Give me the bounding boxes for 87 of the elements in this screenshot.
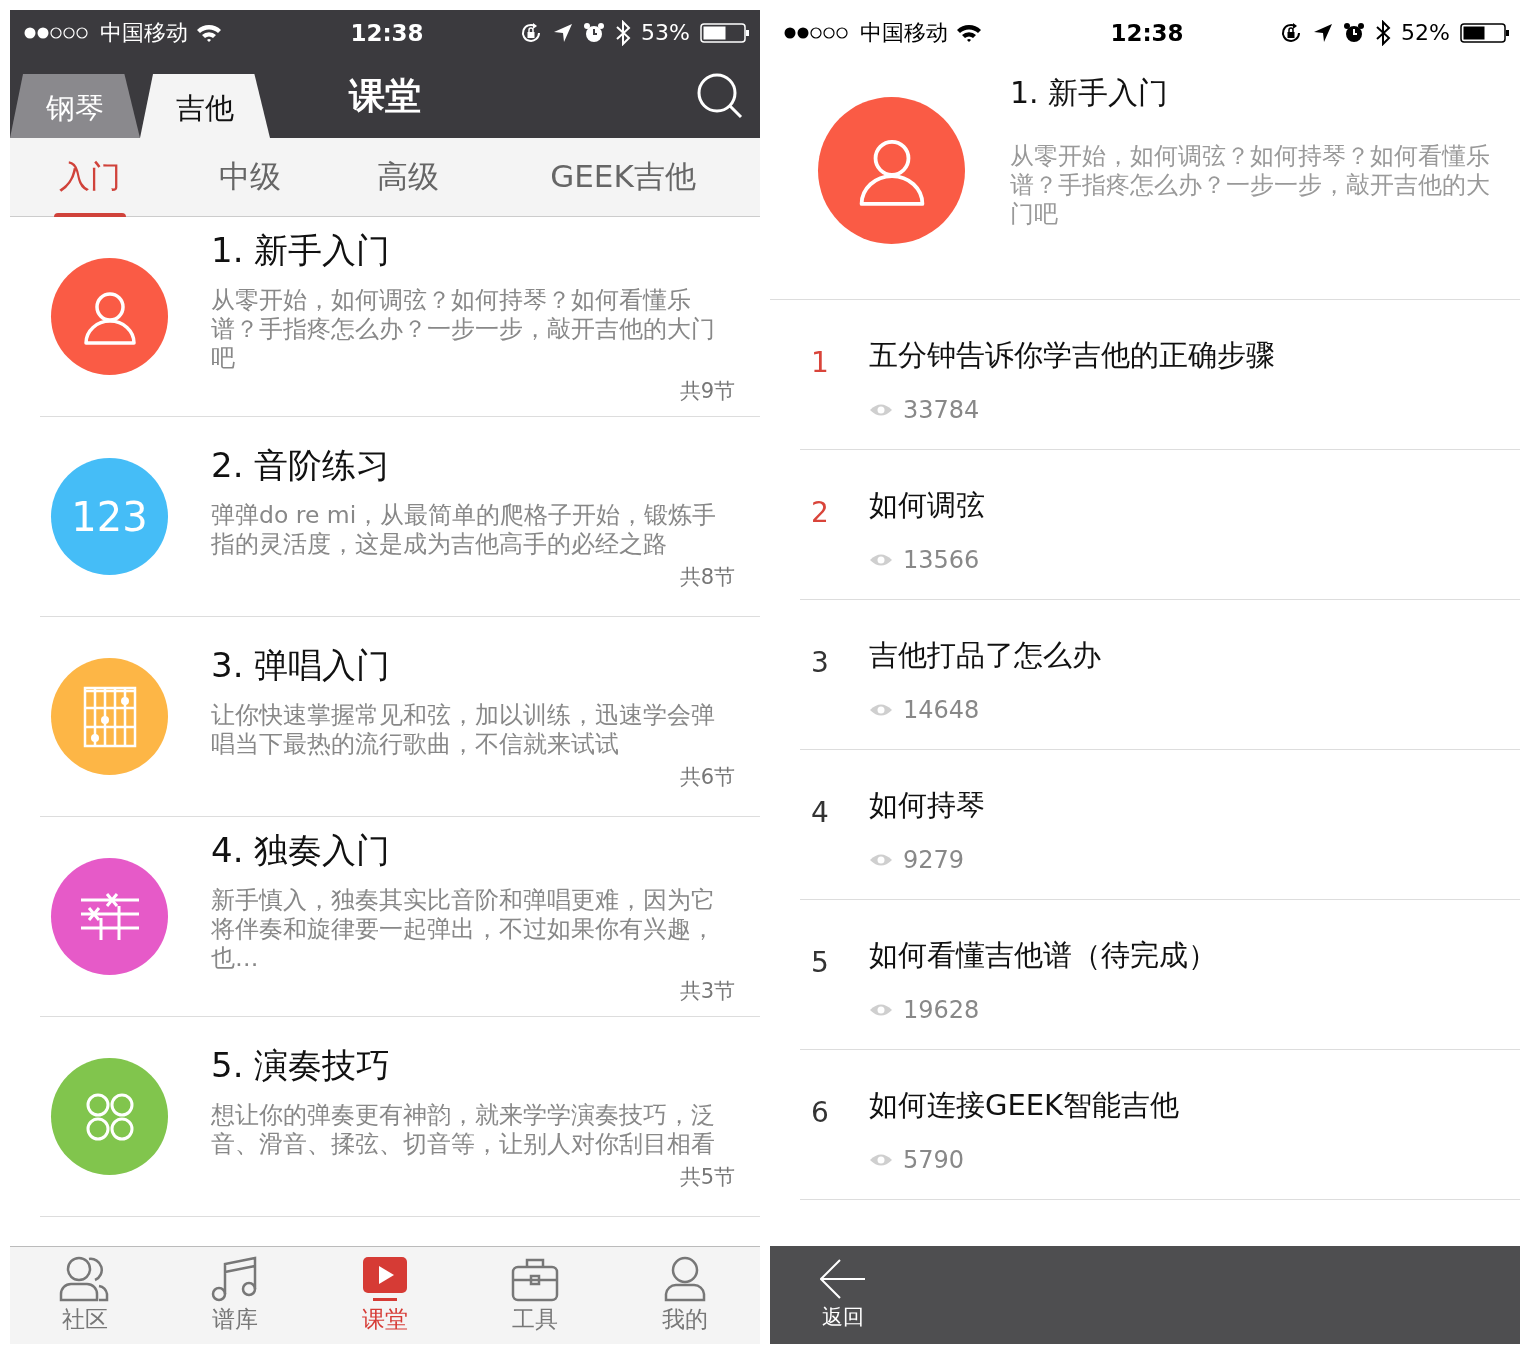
lesson-title: 五分钟告诉你学吉他的正确步骤: [869, 337, 1275, 374]
lesson-number: 3: [810, 645, 830, 681]
lesson-number: 2: [810, 495, 830, 531]
lesson-count: 共5节: [679, 1163, 735, 1191]
lesson-title: 如何看懂吉他谱（待完成）: [869, 937, 1217, 974]
battery-icon: [1460, 21, 1510, 44]
instrument-tab[interactable]: 吉他: [140, 74, 270, 138]
lesson-count: 共9节: [679, 378, 735, 405]
tablature-icon: [78, 891, 141, 942]
chord-chart-icon: [82, 685, 137, 748]
level-tab[interactable]: 入门: [10, 138, 170, 216]
back-arrow-icon: [820, 1259, 866, 1299]
view-count: 33784: [903, 396, 980, 424]
alarm-icon: [1343, 21, 1366, 44]
page-title: 课堂: [349, 74, 421, 118]
bluetooth-icon: [1375, 19, 1392, 46]
lesson-row[interactable]: 6 如何连接GEEK智能吉他 5790: [800, 1050, 1520, 1200]
carrier-name: 中国移动: [100, 18, 188, 47]
course-title: 4. 独奏入门: [211, 829, 392, 872]
eye-icon: [869, 1003, 893, 1017]
toolbox-icon: [511, 1256, 559, 1302]
course-description: 让你快速掌握常见和弦，加以训练，迅速学会弹唱当下最热的流行歌曲，不信就来试试: [211, 700, 716, 759]
lesson-count: 共8节: [679, 563, 735, 591]
lesson-title: 如何调弦: [869, 487, 985, 524]
music-note-icon: [211, 1256, 259, 1302]
lesson-row[interactable]: 4 如何持琴 9279: [800, 750, 1520, 900]
view-count: 9279: [903, 846, 965, 874]
course-description: 从零开始，如何调弦？如何持琴？如何看懂乐谱？手指疼怎么办？一步一步，敲开吉他的大门吧: [1010, 142, 1491, 229]
course-title: 1. 新手入门: [211, 229, 392, 272]
course-title: 5. 演奏技巧: [211, 1043, 392, 1087]
view-count: 5790: [903, 1146, 965, 1174]
view-count: 14648: [903, 696, 980, 724]
course-description: 弹弹do re mi，从最简单的爬格子开始，锻炼手指的灵活度，这是成为吉他高手的必经之路: [211, 500, 718, 559]
lesson-row[interactable]: 1 五分钟告诉你学吉他的正确步骤 33784: [800, 300, 1520, 450]
wifi-icon: [956, 22, 982, 43]
lesson-count: 共3节: [679, 978, 735, 1005]
back-button[interactable]: 返回: [820, 1259, 866, 1331]
tab-bar-item[interactable]: 课堂: [310, 1247, 460, 1344]
course-title: 3. 弹唱入门: [211, 643, 392, 687]
eye-icon: [869, 703, 893, 717]
eye-icon: [869, 553, 893, 567]
status-time: 12:38: [1110, 19, 1184, 46]
lesson-number: 5: [810, 945, 830, 981]
instrument-tab[interactable]: 钢琴: [10, 74, 140, 138]
search-icon[interactable]: [696, 72, 744, 120]
course-description: 新手慎入，独奏其实比音阶和弹唱更难，因为它将伴奏和旋律要一起弹出，不过如果你有兴趣，也…: [211, 886, 716, 973]
alarm-icon: [583, 21, 606, 44]
battery-percent: 52%: [1401, 20, 1450, 45]
course-title: 2. 音阶练习: [211, 443, 392, 487]
course-description: 从零开始，如何调弦？如何持琴？如何看懂乐谱？手指疼怎么办？一步一步，敲开吉他的大门吧: [211, 286, 716, 373]
battery-icon: [700, 21, 750, 44]
tab-underline: [54, 213, 126, 217]
lesson-row[interactable]: 5 如何看懂吉他谱（待完成） 19628: [800, 900, 1520, 1050]
course-description: 想让你的弹奏更有神韵，就来学学演奏技巧，泛音、滑音、揉弦、切音等，让别人对你刮目相看: [211, 1100, 716, 1159]
wifi-icon: [196, 22, 222, 43]
eye-icon: [869, 1153, 893, 1167]
tab-bar-item[interactable]: 谱库: [160, 1247, 310, 1344]
icon-digits: 123: [71, 493, 148, 540]
lesson-title: 如何持琴: [869, 787, 985, 824]
carrier-name: 中国移动: [860, 18, 948, 47]
lesson-title: 如何连接GEEK智能吉他: [869, 1087, 1180, 1124]
view-count: 13566: [903, 546, 980, 574]
eye-icon: [869, 853, 893, 867]
status-time: 12:38: [350, 19, 424, 46]
video-play-icon: [362, 1256, 408, 1302]
lesson-number: 4: [810, 795, 830, 831]
level-tab[interactable]: 高级: [330, 138, 486, 216]
location-icon: [1313, 22, 1334, 43]
tab-bar-item[interactable]: 我的: [610, 1247, 760, 1344]
level-tab[interactable]: 中级: [170, 138, 330, 216]
tab-bar-item[interactable]: 工具: [460, 1247, 610, 1344]
view-count: 19628: [903, 996, 980, 1024]
lesson-title: 吉他打品了怎么办: [869, 637, 1101, 674]
lesson-row[interactable]: 2 如何调弦 13566: [800, 450, 1520, 600]
lesson-row[interactable]: 3 吉他打品了怎么办 14648: [800, 600, 1520, 750]
course-title: 1. 新手入门: [1010, 74, 1170, 112]
person-icon: [664, 1256, 706, 1302]
tab-bar-item[interactable]: 社区: [10, 1247, 160, 1344]
level-tab[interactable]: GEEK吉他: [486, 138, 760, 216]
people-icon: [59, 1256, 111, 1302]
battery-percent: 53%: [641, 20, 690, 45]
bluetooth-icon: [615, 19, 632, 46]
lesson-count: 共6节: [679, 763, 735, 791]
lesson-number: 6: [810, 1095, 830, 1131]
eye-icon: [869, 403, 893, 417]
lesson-number: 1: [810, 345, 830, 381]
location-icon: [553, 22, 574, 43]
